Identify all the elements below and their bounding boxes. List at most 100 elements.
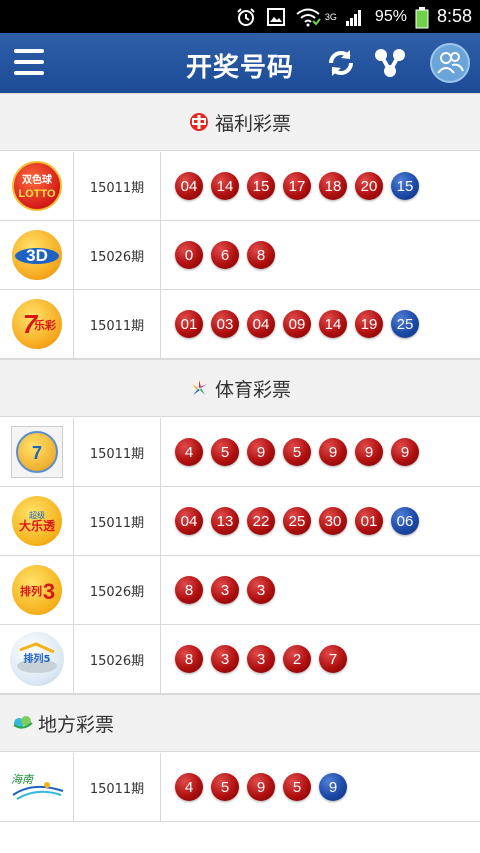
- red-ball: 9: [355, 438, 383, 466]
- daletou-logo: 超级 大乐透: [0, 487, 74, 555]
- signal-icon: [345, 7, 367, 27]
- issue-number: 15011期: [74, 487, 161, 555]
- clock: 8:58: [436, 6, 472, 26]
- svg-text:大乐透: 大乐透: [18, 518, 55, 533]
- lottery-row[interactable]: 排列 3 15026期 833: [0, 556, 480, 625]
- issue-number: 15026期: [74, 221, 161, 289]
- svg-text:乐彩: 乐彩: [34, 318, 56, 332]
- svg-text:排列5: 排列5: [23, 652, 50, 665]
- red-ball: 22: [247, 507, 275, 535]
- red-ball: 01: [355, 507, 383, 535]
- red-ball: 14: [211, 172, 239, 200]
- section-title: 体育彩票: [214, 378, 291, 401]
- red-ball: 03: [211, 310, 239, 338]
- lottery-row[interactable]: 超级 大乐透 15011期 04 13 22 25 30 01 06: [0, 487, 480, 556]
- svg-text:海南: 海南: [11, 773, 35, 786]
- red-ball: 8: [247, 241, 275, 269]
- pailie5-logo: 排列5: [0, 625, 74, 693]
- status-bar: 3G 95% 8:58: [0, 0, 480, 33]
- red-ball: 9: [247, 773, 275, 801]
- red-ball: 13: [211, 507, 239, 535]
- red-ball: 3: [211, 645, 239, 673]
- red-ball: 4: [175, 773, 203, 801]
- share-icon[interactable]: [372, 45, 408, 81]
- red-ball: 04: [175, 507, 203, 535]
- red-ball: 5: [283, 438, 311, 466]
- red-ball: 30: [319, 507, 347, 535]
- red-ball: 9: [391, 438, 419, 466]
- lottery-row[interactable]: 7 乐彩 15011期 01 03 04 09 14 19 25: [0, 290, 480, 359]
- battery-icon: [415, 6, 429, 28]
- svg-text:7: 7: [31, 443, 41, 463]
- menu-icon[interactable]: [14, 49, 48, 77]
- red-ball: 20: [355, 172, 383, 200]
- red-ball: 8: [175, 645, 203, 673]
- issue-number: 15011期: [74, 418, 161, 486]
- red-ball: 6: [211, 241, 239, 269]
- red-ball: 3: [247, 645, 275, 673]
- winning-numbers: 4595999: [161, 418, 480, 486]
- red-ball: 5: [283, 773, 311, 801]
- red-ball: 3: [247, 576, 275, 604]
- red-ball: 25: [283, 507, 311, 535]
- section-title: 福利彩票: [214, 112, 291, 135]
- red-ball: 0: [175, 241, 203, 269]
- winning-numbers: 068: [161, 221, 480, 289]
- local-lottery-icon: [12, 713, 33, 733]
- image-icon: [265, 7, 287, 27]
- network-type: 3G: [324, 11, 337, 22]
- pailie3-logo: 排列 3: [0, 556, 74, 624]
- red-ball: 5: [211, 438, 239, 466]
- issue-number: 15011期: [74, 753, 161, 821]
- red-ball: 09: [283, 310, 311, 338]
- issue-number: 15011期: [74, 290, 161, 358]
- issue-number: 15011期: [74, 152, 161, 220]
- winning-numbers: 04 13 22 25 30 01 06: [161, 487, 480, 555]
- double-color-ball-logo: 双色球 LOTTO: [0, 152, 74, 220]
- red-ball: 04: [247, 310, 275, 338]
- red-ball: 17: [283, 172, 311, 200]
- welfare-lottery-icon: [189, 112, 209, 132]
- alarm-icon: [235, 7, 257, 27]
- winning-numbers: 83327: [161, 625, 480, 693]
- lottery-row[interactable]: 7 15011期 4595999: [0, 418, 480, 487]
- red-ball: 4: [175, 438, 203, 466]
- red-ball: 18: [319, 172, 347, 200]
- lottery-row[interactable]: 排列5 15026期 83327: [0, 625, 480, 694]
- red-ball: 5: [211, 773, 239, 801]
- blue-ball: 9: [319, 773, 347, 801]
- red-ball: 04: [175, 172, 203, 200]
- user-avatar-icon[interactable]: [430, 43, 470, 83]
- blue-ball: 25: [391, 310, 419, 338]
- svg-text:3: 3: [42, 579, 54, 604]
- winning-numbers: 833: [161, 556, 480, 624]
- lottery-row[interactable]: 双色球 LOTTO 15011期 04 14 15 17 18 20 15: [0, 152, 480, 221]
- red-ball: 15: [247, 172, 275, 200]
- svg-text:3D: 3D: [26, 246, 48, 265]
- red-ball: 01: [175, 310, 203, 338]
- red-ball: 19: [355, 310, 383, 338]
- page-title: 开奖号码: [185, 53, 294, 83]
- sports-lottery-icon: [189, 378, 209, 398]
- issue-number: 15026期: [74, 556, 161, 624]
- section-local-lottery: 地方彩票: [0, 694, 480, 752]
- lottery-row[interactable]: 海南 15011期 45959: [0, 753, 480, 822]
- red-ball: 14: [319, 310, 347, 338]
- svg-text:排列: 排列: [20, 584, 42, 598]
- blue-ball: 15: [391, 172, 419, 200]
- qixingcai-logo: 7: [0, 418, 74, 486]
- battery-level: 95%: [374, 7, 407, 25]
- svg-text:LOTTO: LOTTO: [18, 188, 56, 200]
- red-ball: 9: [319, 438, 347, 466]
- svg-text:双色球: 双色球: [22, 173, 53, 186]
- winning-numbers: 04 14 15 17 18 20 15: [161, 152, 480, 220]
- refresh-icon[interactable]: [323, 45, 359, 81]
- section-title: 地方彩票: [38, 713, 115, 736]
- lottery-row[interactable]: 3D 15026期 068: [0, 221, 480, 290]
- app-root: 3G 95% 8:58 开奖号码 福利彩票 双色球 LOTTO 15011期 0…: [0, 0, 480, 853]
- red-ball: 9: [247, 438, 275, 466]
- winning-numbers: 01 03 04 09 14 19 25: [161, 290, 480, 358]
- hainan-logo: 海南: [0, 753, 74, 821]
- 3d-logo: 3D: [0, 221, 74, 289]
- qilecai-logo: 7 乐彩: [0, 290, 74, 358]
